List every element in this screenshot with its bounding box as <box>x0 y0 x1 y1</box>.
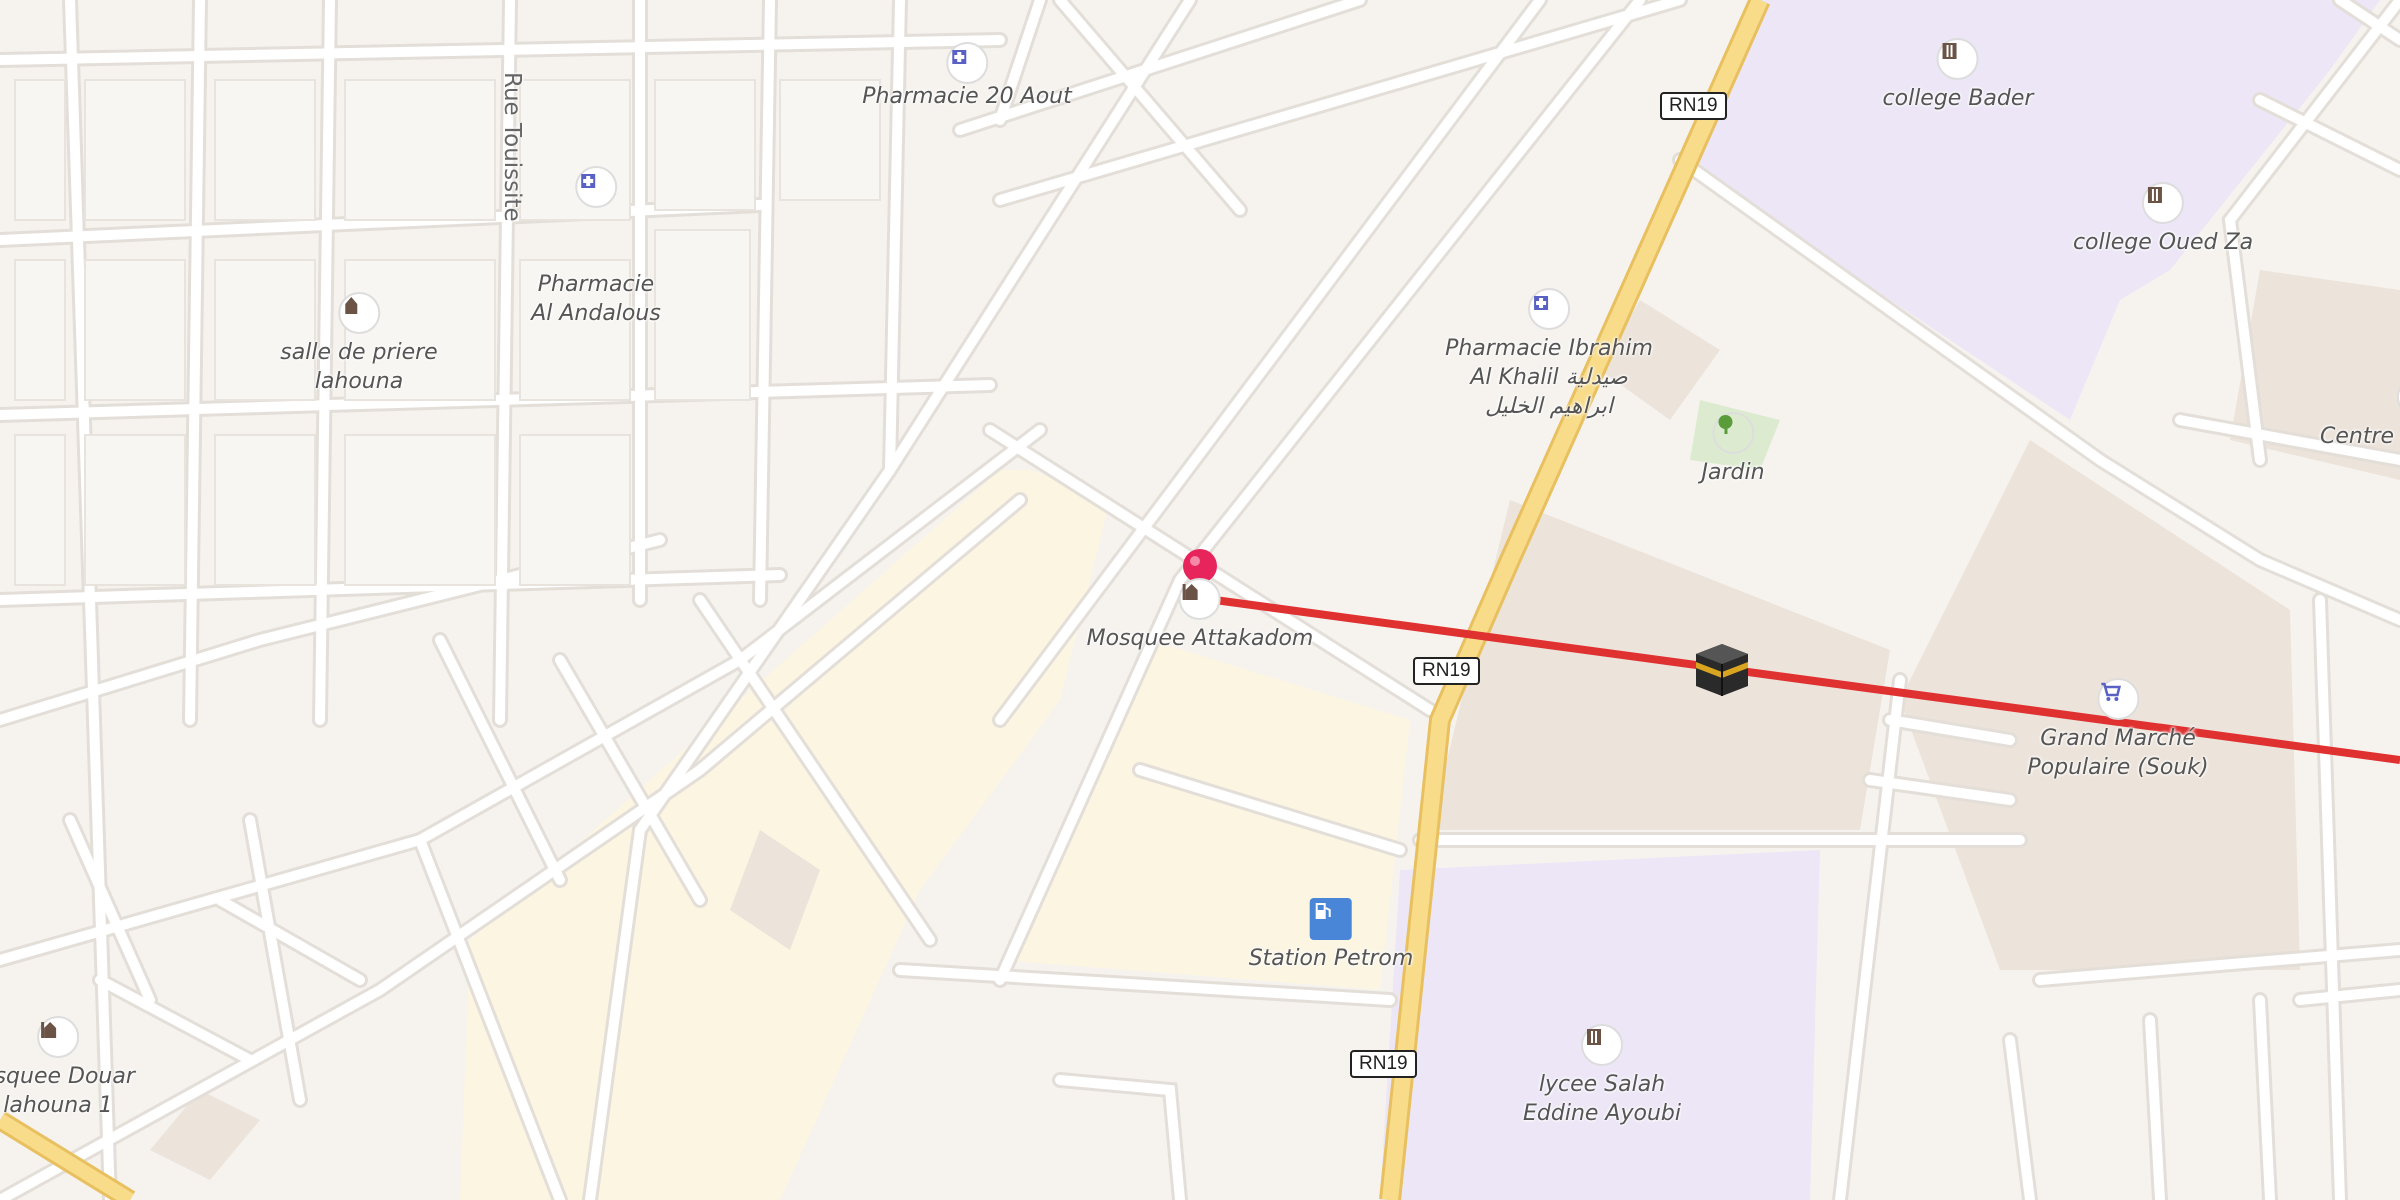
poi-salle-de-priere[interactable]: salle de priere lahouna <box>280 292 438 396</box>
pharmacy-icon <box>574 166 617 208</box>
tree-icon <box>1711 412 1754 454</box>
poi-jardin[interactable]: Jardin <box>1701 412 1765 487</box>
poi-label: Pharmacie Ibrahim Al Khalil صيدلية ابراه… <box>1445 336 1653 419</box>
school-icon <box>2142 182 2184 224</box>
poi-label: Jardin <box>1701 460 1765 485</box>
poi-mosquee-douar[interactable]: osquee Douar lahouna 1 <box>0 1016 135 1120</box>
poi-pharmacie-al-andalous[interactable]: Pharmacie Al Andalous <box>531 108 661 386</box>
poi-college-oued-za[interactable]: college Oued Za <box>2073 182 2253 257</box>
route-shield-rn19: RN19 <box>1413 657 1480 685</box>
place-of-worship-icon <box>338 292 380 334</box>
poi-pharmacie-ibrahim[interactable]: Pharmacie Ibrahim Al Khalil صيدلية ابراه… <box>1445 288 1653 421</box>
poi-station-petrom[interactable]: Station Petrom <box>1248 898 1414 973</box>
residential-blocks <box>14 79 881 586</box>
map-canvas[interactable]: Rue Touissite RN19 RN19 RN19 Pharmacie 2… <box>0 0 2400 1200</box>
poi-lycee-salah[interactable]: lycee Salah Eddine Ayoubi <box>1523 1024 1681 1128</box>
poi-grand-marche[interactable]: Grand Marché Populaire (Souk) <box>2027 678 2209 782</box>
poi-label: Mosquee Attakadom <box>1086 626 1314 651</box>
building-market <box>1430 500 1890 830</box>
poi-label: Pharmacie Al Andalous <box>531 272 661 326</box>
poi-label: Centre c <box>2320 424 2400 449</box>
poi-label: college Oued Za <box>2072 230 2254 255</box>
kaaba-icon <box>1696 644 1748 696</box>
pharmacy-icon <box>1527 288 1570 330</box>
mosque-icon <box>36 1016 79 1058</box>
shopping-cart-icon <box>2096 678 2139 720</box>
poi-label: salle de priere lahouna <box>280 340 438 394</box>
street-label-rue-touissite: Rue Touissite <box>499 72 525 222</box>
poi-label: Grand Marché Populaire (Souk) <box>2027 726 2209 780</box>
fuel-icon <box>1309 898 1352 940</box>
poi-centre[interactable]: Centre c <box>2320 376 2400 451</box>
school-icon <box>1581 1024 1623 1066</box>
poi-label: osquee Douar lahouna 1 <box>0 1064 135 1118</box>
route-shield-rn19: RN19 <box>1350 1050 1417 1078</box>
poi-label: lycee Salah Eddine Ayoubi <box>1523 1072 1681 1126</box>
pharmacy-icon <box>945 42 988 84</box>
mosque-icon <box>1179 578 1221 620</box>
poi-mosquee-attakadom[interactable]: Mosquee Attakadom <box>1086 578 1314 653</box>
poi-college-bader[interactable]: college Bader <box>1882 38 2034 113</box>
poi-label: Station Petrom <box>1248 946 1414 971</box>
poi-pharmacie-20-aout[interactable]: Pharmacie 20 Aout <box>862 42 1072 111</box>
school-icon <box>1937 38 1979 80</box>
route-shield-rn19: RN19 <box>1660 92 1727 120</box>
poi-label: college Bader <box>1882 86 2034 111</box>
